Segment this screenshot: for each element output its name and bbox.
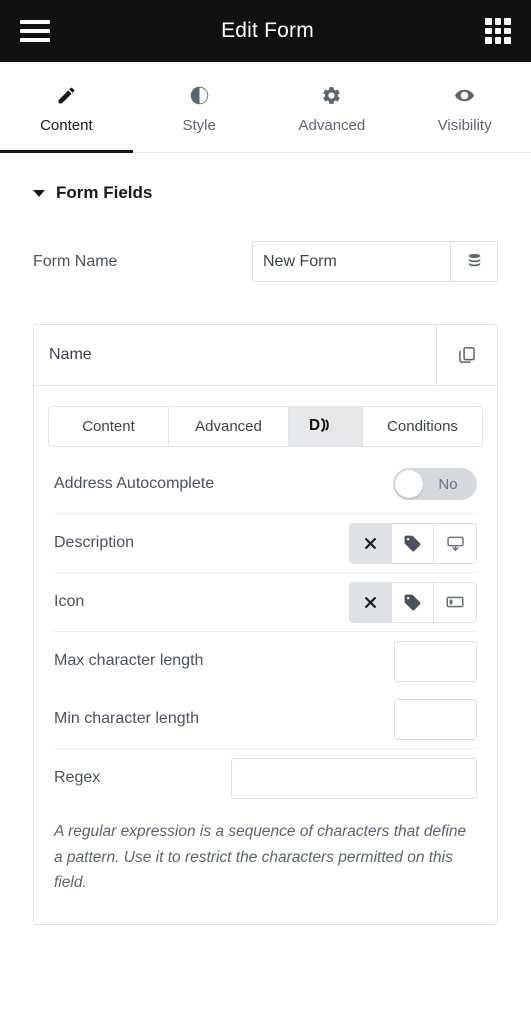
page-title: Edit Form <box>221 19 314 43</box>
tab-label: Content <box>40 117 93 134</box>
option-label: Icon <box>54 593 349 611</box>
option-label: Min character length <box>54 710 394 728</box>
tab-label: Visibility <box>438 117 492 134</box>
tab-style[interactable]: Style <box>133 62 266 152</box>
panel-layout-icon[interactable] <box>434 583 476 622</box>
tab-visibility[interactable]: Visibility <box>398 62 531 152</box>
min-character-length-input[interactable] <box>394 699 477 740</box>
field-card-body: Content Advanced D Conditions Addres <box>34 386 497 924</box>
gear-icon <box>321 85 342 107</box>
eye-icon <box>453 85 476 107</box>
option-row-icon: Icon <box>48 573 483 631</box>
description-source-group <box>349 523 477 564</box>
max-character-length-input[interactable] <box>394 641 477 682</box>
regex-help-text: A regular expression is a sequence of ch… <box>48 807 483 910</box>
field-tab-advanced[interactable]: Advanced <box>169 407 289 446</box>
topbar: Edit Form <box>0 0 531 62</box>
hamburger-menu-icon[interactable] <box>20 20 50 42</box>
svg-text:D: D <box>309 417 320 434</box>
option-row-max-character-length: Max character length <box>48 632 483 690</box>
field-tab-group: Content Advanced D Conditions <box>48 406 483 447</box>
form-name-control <box>252 241 498 282</box>
database-stack-icon[interactable] <box>450 242 497 281</box>
option-row-description: Description <box>48 514 483 572</box>
tab-label: Advanced <box>299 117 366 134</box>
box-download-icon[interactable] <box>434 524 476 563</box>
contrast-icon <box>189 85 210 107</box>
field-card-title[interactable]: Name <box>34 325 436 385</box>
tag-icon[interactable] <box>392 524 434 563</box>
x-close-icon[interactable] <box>350 583 392 622</box>
address-autocomplete-toggle[interactable]: No <box>393 468 477 500</box>
hamburger-line <box>20 20 50 24</box>
option-row-regex: Regex <box>48 749 483 807</box>
hamburger-line <box>20 29 50 33</box>
section-title: Form Fields <box>56 183 152 203</box>
hamburger-line <box>20 38 50 42</box>
toggle-knob <box>395 470 423 498</box>
option-label: Address Autocomplete <box>54 475 393 493</box>
x-close-icon[interactable] <box>350 524 392 563</box>
panel-tabs: Content Style Advanced <box>0 62 531 153</box>
field-card-header: Name <box>34 325 497 386</box>
pencil-icon <box>56 85 77 107</box>
field-card-name: Name Content Advanced D <box>33 324 498 925</box>
option-label: Max character length <box>54 652 394 670</box>
dynamic-content-logo-icon: D <box>309 415 343 439</box>
form-fields-section: Form Fields <box>0 153 531 203</box>
option-label: Regex <box>54 769 231 787</box>
option-row-min-character-length: Min character length <box>48 690 483 748</box>
copy-duplicate-icon[interactable] <box>436 325 497 385</box>
field-tab-content[interactable]: Content <box>49 407 169 446</box>
option-label: Description <box>54 534 349 552</box>
field-tab-conditions[interactable]: Conditions <box>363 407 482 446</box>
caret-down-icon <box>33 190 45 197</box>
tab-content[interactable]: Content <box>0 62 133 152</box>
field-tab-dynamic[interactable]: D <box>289 407 363 446</box>
tab-label: Style <box>182 117 215 134</box>
edit-form-panel: Edit Form Content Style <box>0 0 531 1024</box>
form-name-input[interactable] <box>253 242 450 281</box>
form-name-row: Form Name <box>33 241 498 282</box>
form-name-label: Form Name <box>33 253 252 271</box>
section-header-form-fields[interactable]: Form Fields <box>33 183 498 203</box>
icon-source-group <box>349 582 477 623</box>
grid-apps-icon[interactable] <box>485 18 511 44</box>
toggle-value: No <box>423 476 477 493</box>
tag-icon[interactable] <box>392 583 434 622</box>
option-row-address-autocomplete: Address Autocomplete No <box>48 455 483 513</box>
tab-advanced[interactable]: Advanced <box>266 62 399 152</box>
regex-input[interactable] <box>231 758 477 799</box>
